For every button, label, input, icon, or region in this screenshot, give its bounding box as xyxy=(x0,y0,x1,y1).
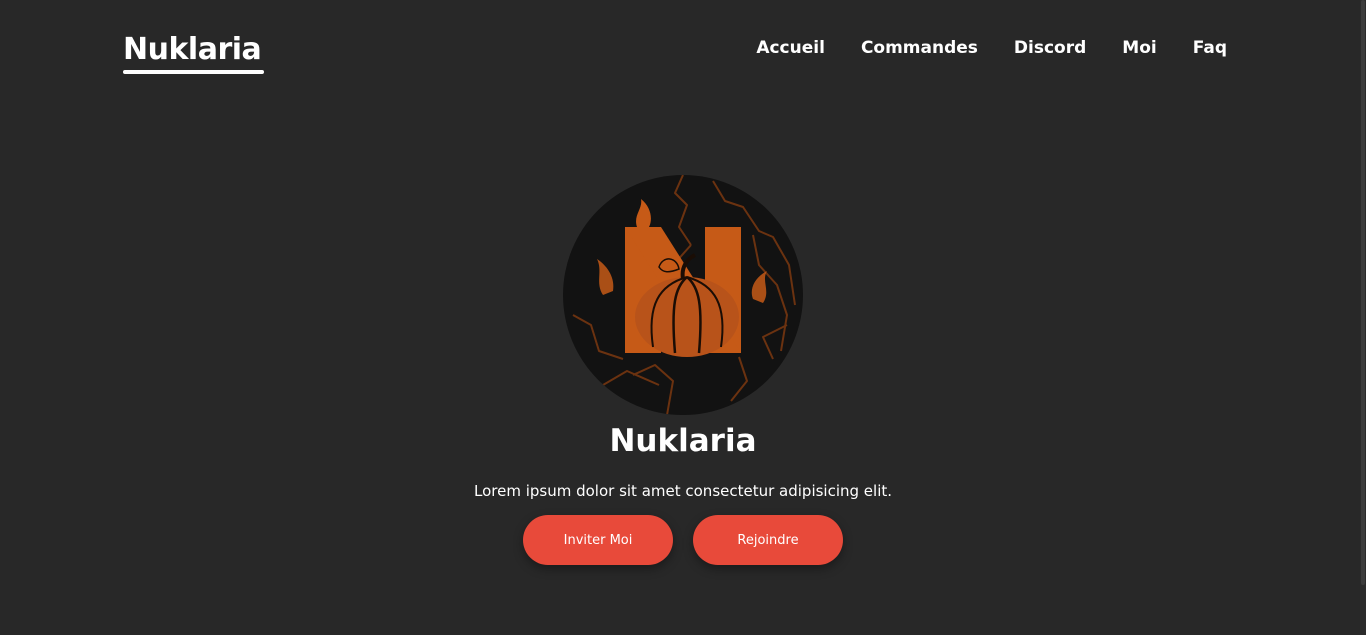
hero-description: Lorem ipsum dolor sit amet consectetur a… xyxy=(473,482,893,500)
avatar xyxy=(563,175,803,415)
hero-section: Nuklaria Lorem ipsum dolor sit amet cons… xyxy=(0,175,1366,565)
hero-actions: Inviter Moi Rejoindre xyxy=(523,515,843,565)
page: Nuklaria Accueil Commandes Discord Moi F… xyxy=(0,0,1366,635)
invite-button[interactable]: Inviter Moi xyxy=(523,515,673,565)
brand-logo-link[interactable]: Nuklaria xyxy=(123,30,262,70)
nav-link-commandes[interactable]: Commandes xyxy=(861,36,978,60)
nav-link-faq[interactable]: Faq xyxy=(1193,36,1227,60)
hero-title: Nuklaria xyxy=(609,423,757,459)
scrollbar[interactable] xyxy=(1360,0,1366,635)
nav-link-discord[interactable]: Discord xyxy=(1014,36,1086,60)
brand-underline xyxy=(123,70,264,74)
pumpkin-n-logo-icon xyxy=(572,175,796,415)
main-nav: Accueil Commandes Discord Moi Faq xyxy=(756,36,1227,60)
scrollbar-thumb[interactable] xyxy=(1361,0,1365,585)
site-header: Nuklaria Accueil Commandes Discord Moi F… xyxy=(0,0,1366,100)
join-button[interactable]: Rejoindre xyxy=(693,515,843,565)
nav-link-accueil[interactable]: Accueil xyxy=(756,36,825,60)
nav-link-moi[interactable]: Moi xyxy=(1122,36,1156,60)
